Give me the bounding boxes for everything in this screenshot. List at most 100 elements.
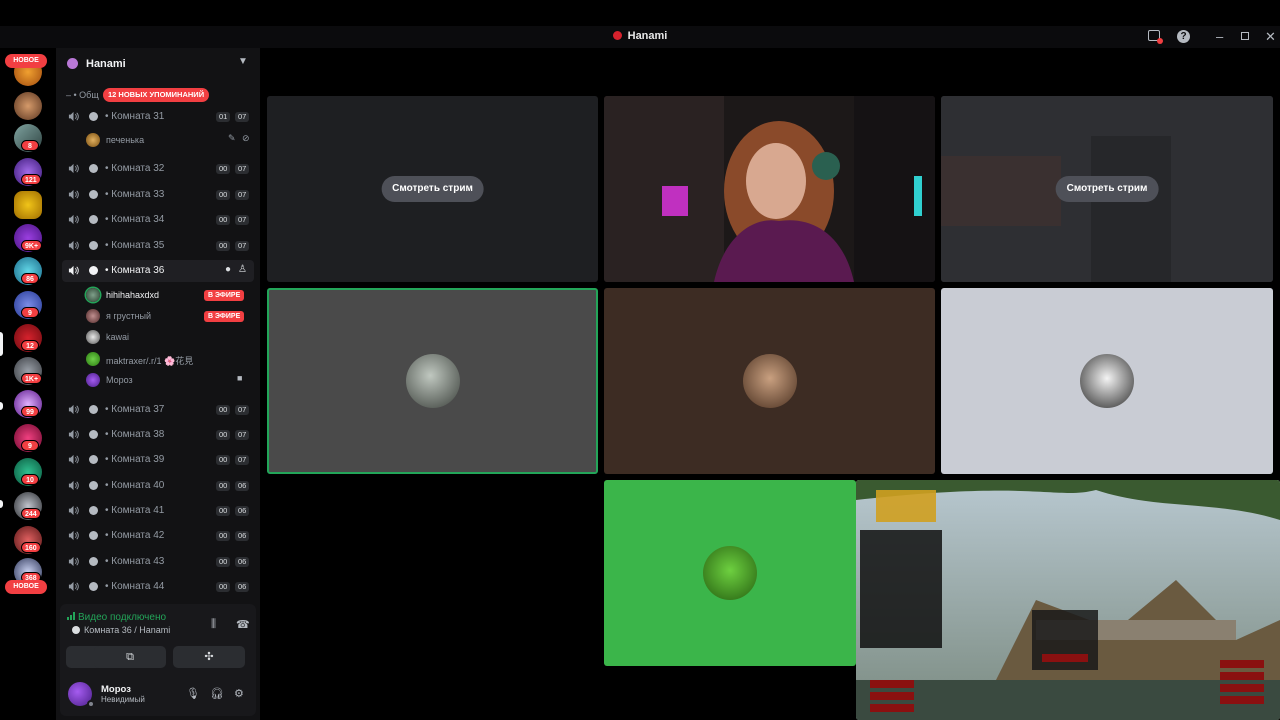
user-panel: Мороз Невидимый 🎙︎ 🎧︎ ⚙ xyxy=(60,674,256,716)
voice-channel[interactable]: • Комната 31 01 07 xyxy=(62,106,254,128)
speaker-icon xyxy=(68,556,79,567)
voice-channel[interactable]: • Комната 34 00 07 xyxy=(62,209,254,231)
channel-name: • Комната 31 xyxy=(105,111,165,122)
member-limit: 06 xyxy=(235,557,250,567)
voice-member[interactable]: maktraxer/.r/1 🌸花見 xyxy=(84,349,254,369)
game-stream-feed xyxy=(856,480,1280,720)
member-name: maktraxer/.r/1 🌸花見 xyxy=(106,356,194,366)
voice-channel[interactable]: • Комната 40 00 06 xyxy=(62,475,254,497)
new-unreads-top-pill[interactable]: НОВОЕ xyxy=(5,54,47,68)
headphones-icon[interactable]: 🎧︎ xyxy=(210,687,224,700)
avatar xyxy=(86,330,100,344)
signal-icon[interactable] xyxy=(67,612,75,620)
member-name: hihihahaxdxd xyxy=(106,290,160,300)
camera-icon: ■ xyxy=(237,373,243,383)
voice-channel[interactable]: • Комната 37 00 07 xyxy=(62,399,254,421)
voice-member[interactable]: я грустный В ЭФИРЕ xyxy=(84,306,254,326)
activities-button[interactable]: ✣ xyxy=(173,646,245,668)
voice-member[interactable]: Мороз ■ xyxy=(84,370,254,390)
voice-channel-link[interactable]: Комната 36 / Hanami xyxy=(72,625,170,635)
voice-channel[interactable]: • Комната 33 00 07 xyxy=(62,184,254,206)
mention-badge: 10 xyxy=(21,474,39,485)
speaker-icon xyxy=(68,265,79,276)
voice-channel-selected[interactable]: • Комната 36 ● ♙ xyxy=(62,260,254,282)
avatar xyxy=(86,133,100,147)
channel-name: • Комната 32 xyxy=(105,163,165,174)
server-icon[interactable] xyxy=(14,92,42,120)
invite-user-icon[interactable]: ♙ xyxy=(238,264,247,275)
voice-channel[interactable]: • Комната 42 00 06 xyxy=(62,525,254,547)
avatar xyxy=(86,373,100,387)
gear-icon[interactable]: ⚙ xyxy=(234,687,244,700)
avatar xyxy=(742,354,797,408)
member-limit: 07 xyxy=(235,455,250,465)
help-icon[interactable]: ? xyxy=(1177,30,1190,43)
speaker-icon xyxy=(68,530,79,541)
channel-status-icon xyxy=(89,241,98,250)
chat-bubble-icon[interactable]: ● xyxy=(225,264,231,275)
microphone-icon[interactable]: 🎙︎ xyxy=(186,687,200,700)
member-limit: 07 xyxy=(235,241,250,251)
participant-tile[interactable] xyxy=(941,288,1273,474)
new-unreads-bottom-pill[interactable]: НОВОЕ xyxy=(5,580,47,594)
channel-category[interactable]: – • Общ xyxy=(66,90,99,100)
member-limit: 06 xyxy=(235,506,250,516)
member-limit: 07 xyxy=(235,430,250,440)
minimize-icon[interactable]: – xyxy=(1216,29,1223,45)
channel-status-icon xyxy=(89,481,98,490)
guild-header[interactable]: Hanami ▼ xyxy=(56,48,260,80)
stream-tile[interactable]: Смотреть стрим xyxy=(941,96,1273,282)
mention-badge: 121 xyxy=(21,174,41,185)
voice-channel[interactable]: • Комната 35 00 07 xyxy=(62,235,254,257)
watch-stream-button[interactable]: Смотреть стрим xyxy=(1055,176,1159,202)
speaker-icon xyxy=(68,429,79,440)
voice-channel[interactable]: • Комната 41 00 06 xyxy=(62,500,254,522)
voice-channel[interactable]: • Комната 39 00 07 xyxy=(62,449,254,471)
member-limit: 06 xyxy=(235,531,250,541)
participant-tile[interactable] xyxy=(604,288,935,474)
channel-status-icon xyxy=(89,582,98,591)
channel-status-icon xyxy=(89,506,98,515)
camera-tile[interactable] xyxy=(604,96,935,282)
selected-server-indicator xyxy=(0,332,3,356)
voice-member[interactable]: kawai xyxy=(84,327,254,347)
disconnect-icon[interactable]: ☎ xyxy=(236,618,250,631)
channel-name: • Комната 34 xyxy=(105,214,165,225)
maximize-icon[interactable] xyxy=(1241,32,1249,40)
member-count: 00 xyxy=(216,164,231,174)
mention-badge: 8 xyxy=(21,140,39,151)
mic-muted-icon: ✎ xyxy=(228,133,236,143)
voice-status: Видео подключено xyxy=(67,612,166,623)
voice-channel[interactable]: • Комната 43 00 06 xyxy=(62,551,254,573)
user-status: Невидимый xyxy=(101,695,145,704)
participant-tile[interactable] xyxy=(604,480,856,666)
stream-tile[interactable]: Смотреть стрим xyxy=(267,96,598,282)
inbox-icon[interactable] xyxy=(1148,30,1163,44)
member-limit: 07 xyxy=(235,164,250,174)
game-stream-tile[interactable] xyxy=(856,480,1280,720)
screen-share-button[interactable]: ⧉ xyxy=(94,646,166,668)
voice-channel[interactable]: • Комната 32 00 07 xyxy=(62,158,254,180)
voice-member[interactable]: печенька ✎ ⊘ xyxy=(84,130,254,150)
participant-tile-speaking[interactable] xyxy=(267,288,598,474)
server-rail: НОВОЕ 8 121 9K+ 86 9 12 1K+ 99 9 10 244 … xyxy=(0,48,56,720)
channel-status-icon xyxy=(89,531,98,540)
voice-channel[interactable]: • Комната 44 00 06 xyxy=(62,576,254,598)
member-count: 00 xyxy=(216,481,231,491)
voice-channel[interactable]: • Комната 38 00 07 xyxy=(62,424,254,446)
speaker-icon xyxy=(68,111,79,122)
mention-badge: 9K+ xyxy=(21,240,43,251)
channel-status-icon xyxy=(89,190,98,199)
chevron-down-icon[interactable]: ▼ xyxy=(238,56,248,67)
noise-suppression-icon[interactable]: ⫼ xyxy=(211,618,216,631)
server-icon[interactable] xyxy=(14,191,42,219)
watch-stream-button[interactable]: Смотреть стрим xyxy=(381,176,484,202)
new-mentions-pill[interactable]: 12 НОВЫХ УПОМИНАНИЙ xyxy=(103,88,210,102)
channel-name: • Комната 42 xyxy=(105,530,165,541)
member-limit: 07 xyxy=(235,190,250,200)
close-icon[interactable]: ✕ xyxy=(1265,29,1276,45)
channel-name: • Комната 40 xyxy=(105,480,165,491)
channel-status-icon xyxy=(89,557,98,566)
voice-member[interactable]: hihihahaxdxd В ЭФИРЕ xyxy=(84,285,254,305)
speaker-icon xyxy=(68,480,79,491)
